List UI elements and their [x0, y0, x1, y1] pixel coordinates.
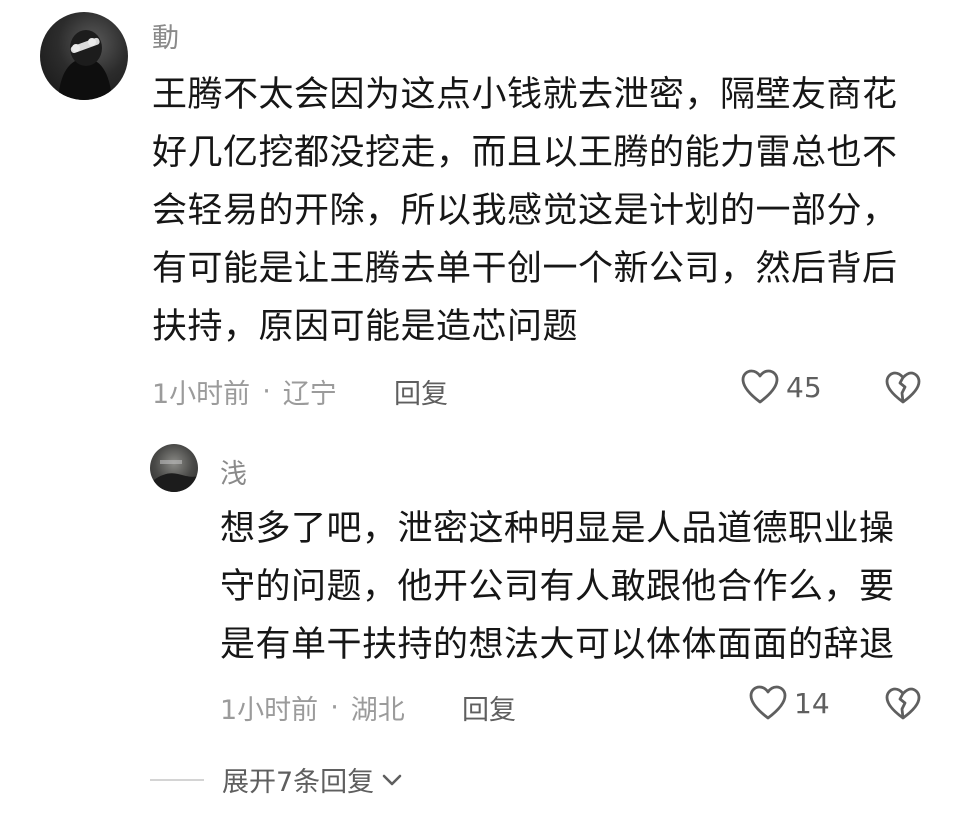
reply-avatar[interactable] [150, 444, 198, 492]
avatar-image-icon [150, 460, 198, 492]
comment-reply-button[interactable]: 回复 [394, 372, 448, 411]
comment-like-button[interactable]: 45 [740, 368, 822, 406]
comment-text-line: 有可能是让王腾去单干创一个新公司，然后背后 [152, 249, 898, 289]
reply-text-line: 是有单干扶持的想法大可以体体面面的辞退 [220, 625, 895, 665]
meta-separator: · [262, 376, 271, 407]
comment-text-line: 扶持，原因可能是造芯问题 [152, 307, 579, 347]
comment-avatar[interactable] [40, 12, 128, 100]
reply-text-line: 想多了吧，泄密这种明显是人品道德职业操 [220, 509, 895, 549]
heart-icon [749, 685, 787, 720]
reply-location: 湖北 [350, 695, 405, 726]
reply-meta: 1小时前 · 湖北 [220, 688, 405, 727]
heart-icon [741, 369, 779, 404]
comment-dislike-button[interactable] [884, 370, 922, 410]
reply-dislike-button[interactable] [884, 686, 922, 726]
reply-like-count: 14 [794, 686, 830, 720]
comment-body: 王腾不太会因为这点小钱就去泄密，隔壁友商花 好几亿挖都没挖走，而且以王腾的能力雷… [152, 66, 898, 356]
reply-like-button[interactable]: 14 [748, 684, 830, 722]
reply-reply-button[interactable]: 回复 [462, 688, 516, 727]
meta-separator: · [330, 692, 339, 723]
reply-time: 1小时前 [220, 695, 319, 726]
comment-text-line: 好几亿挖都没挖走，而且以王腾的能力雷总也不 [152, 133, 898, 173]
comment-location: 辽宁 [282, 379, 337, 410]
avatar-image-icon [58, 30, 112, 100]
comment-time: 1小时前 [152, 379, 251, 410]
expand-divider [150, 778, 204, 781]
broken-heart-icon [885, 687, 921, 720]
expand-replies-button[interactable]: 展开7条回复 [150, 760, 404, 799]
reply-username[interactable]: 浅 [220, 452, 247, 491]
comment-meta: 1小时前 · 辽宁 [152, 372, 337, 411]
broken-heart-icon [885, 371, 921, 404]
comment-like-count: 45 [786, 370, 822, 404]
reply-body: 想多了吧，泄密这种明显是人品道德职业操 守的问题，他开公司有人敢跟他合作么，要 … [220, 500, 895, 674]
comment-text-line: 会轻易的开除，所以我感觉这是计划的一部分， [152, 191, 898, 231]
expand-replies-label: 展开7条回复 [222, 767, 375, 798]
comment-username[interactable]: 動 [152, 16, 179, 55]
comment-text-line: 王腾不太会因为这点小钱就去泄密，隔壁友商花 [152, 75, 898, 115]
chevron-down-icon [382, 774, 402, 785]
reply-text-line: 守的问题，他开公司有人敢跟他合作么，要 [220, 567, 895, 607]
